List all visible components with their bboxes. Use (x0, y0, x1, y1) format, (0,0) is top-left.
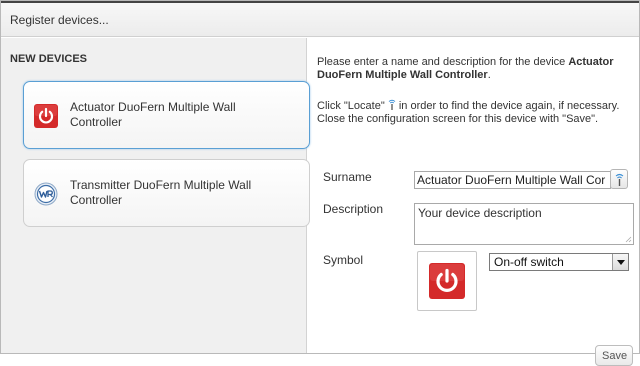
power-icon (429, 263, 465, 299)
chevron-down-icon[interactable] (612, 254, 628, 270)
device-label: Transmitter DuoFern Multiple Wall Contro… (70, 178, 252, 207)
description-value: Your device description (418, 206, 542, 220)
intro-line: Please enter a name and description for … (317, 56, 566, 68)
symbol-preview[interactable] (417, 251, 477, 311)
symbol-selected-value: On-off switch (494, 255, 564, 269)
description-textarea[interactable]: Your device description (414, 203, 634, 245)
device-label: Actuator DuoFern Multiple Wall Controlle… (70, 100, 236, 129)
dialog-title: Register devices... (10, 13, 109, 27)
hint-before: Click "Locate" (317, 100, 385, 112)
wr-logo-icon (34, 182, 58, 206)
dialog-titlebar: Register devices... (1, 1, 639, 37)
new-devices-panel: NEW DEVICES Actuator DuoFern Multiple Wa… (1, 38, 310, 353)
surname-label: Surname (323, 170, 372, 184)
device-item-transmitter[interactable]: Transmitter DuoFern Multiple Wall Contro… (23, 159, 310, 227)
locate-icon (615, 173, 624, 186)
locate-button[interactable] (610, 169, 628, 189)
description-label: Description (323, 202, 384, 216)
device-config-panel: Please enter a name and description for … (307, 38, 639, 366)
locate-hint: Click "Locate" in order to find the devi… (317, 99, 635, 126)
symbol-select[interactable]: On-off switch (489, 253, 629, 271)
device-item-actuator[interactable]: Actuator DuoFern Multiple Wall Controlle… (23, 81, 310, 149)
symbol-label: Symbol (323, 253, 364, 267)
locate-icon (388, 99, 396, 110)
intro-suffix: . (487, 69, 491, 81)
intro-text: Please enter a name and description for … (317, 56, 632, 82)
surname-input[interactable]: Actuator DuoFern Multiple Wall Cor (414, 171, 611, 189)
section-title: NEW DEVICES (10, 53, 88, 65)
register-devices-dialog: Register devices... NEW DEVICES Actuator… (0, 0, 640, 366)
resize-grip-icon[interactable] (625, 236, 632, 243)
power-icon (34, 104, 58, 128)
save-button[interactable]: Save (595, 345, 633, 366)
